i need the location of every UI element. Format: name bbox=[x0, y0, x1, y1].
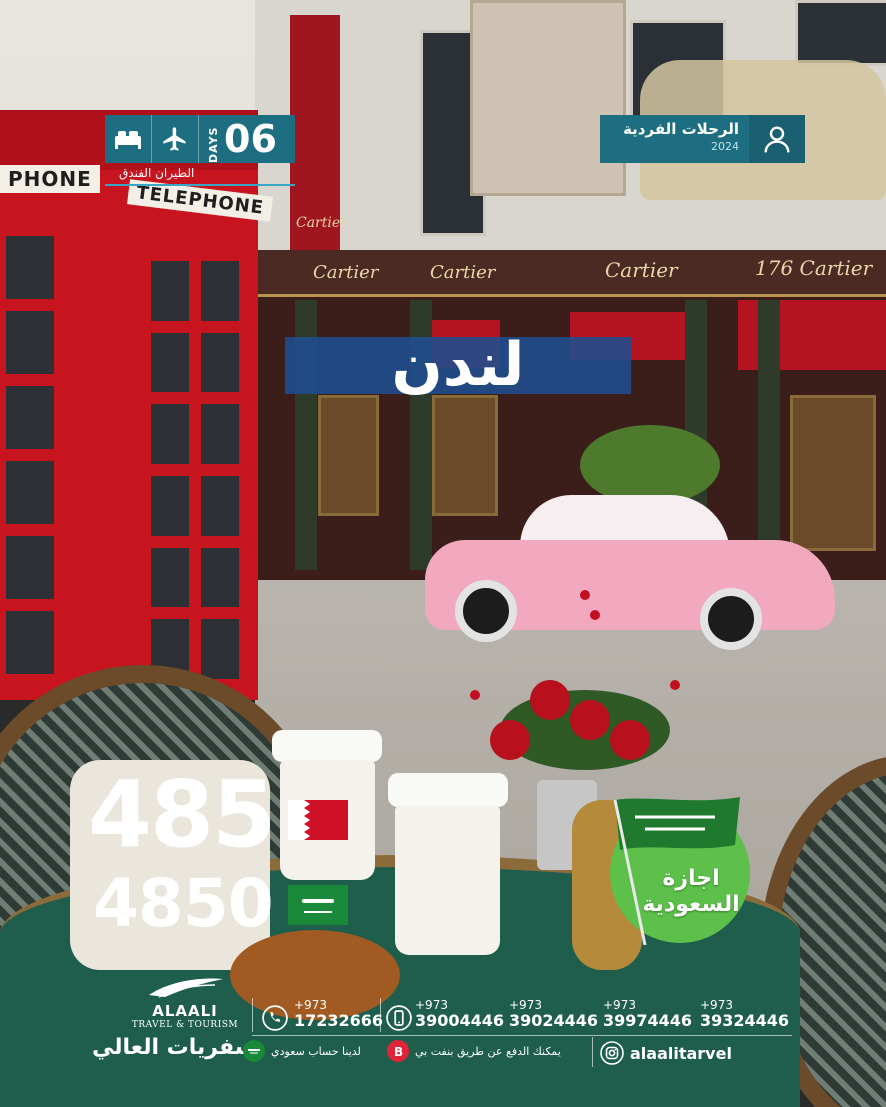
cartier-banner: Cartier bbox=[290, 15, 347, 255]
price-bahrain: 485 bbox=[88, 761, 276, 868]
days-count: 06 bbox=[224, 117, 277, 161]
shop-window bbox=[790, 395, 876, 551]
saudi-account-note: لدينا حساب سعودي bbox=[243, 1040, 361, 1062]
svg-text:B: B bbox=[394, 1045, 403, 1058]
days-label: DAYS bbox=[207, 126, 220, 163]
phone-number[interactable]: +973 17232666 bbox=[294, 998, 383, 1030]
phone-box-side-panes bbox=[0, 230, 60, 680]
building-window bbox=[795, 0, 886, 66]
benefit-pay-text: يمكنك الدفع عن طريق بنفت بي bbox=[415, 1044, 561, 1058]
trip-year: 2024 bbox=[711, 140, 739, 153]
duration-tag: DAYS 06 bbox=[105, 115, 295, 163]
trip-type-title: الرحلات الفردية bbox=[623, 120, 739, 138]
phone-box-door-panes bbox=[145, 255, 245, 685]
store-sign: Cartier bbox=[430, 262, 496, 283]
divider bbox=[592, 1037, 593, 1067]
divider bbox=[252, 998, 253, 1032]
badge-line-2: السعودية bbox=[642, 892, 740, 917]
banner-sign-text: Cartier bbox=[296, 215, 347, 231]
instagram-icon bbox=[600, 1041, 624, 1065]
logo-wing-icon bbox=[149, 978, 223, 998]
footer-divider bbox=[252, 1035, 792, 1036]
bed-icon bbox=[105, 115, 152, 163]
trip-type-tag: الرحلات الفردية 2024 bbox=[600, 115, 805, 163]
travel-ad-poster: Cartier Cartier Cartier Cartier 176 Cart… bbox=[0, 0, 886, 1107]
store-sign: Cartier bbox=[313, 262, 379, 283]
destination-city: لندن bbox=[391, 330, 525, 400]
store-sign: Cartier bbox=[605, 258, 678, 282]
bahrain-flag bbox=[288, 800, 348, 844]
phone-number[interactable]: +973 39974446 bbox=[603, 998, 692, 1030]
divider bbox=[380, 998, 381, 1032]
badge-line-1: اجازة bbox=[662, 866, 720, 891]
includes-text: الطيران الفندق bbox=[119, 166, 195, 180]
christmas-tree bbox=[580, 425, 720, 505]
coffee-cup-lid bbox=[272, 730, 382, 762]
store-sign: 176 Cartier bbox=[755, 256, 873, 280]
trip-type-text: الرحلات الفردية 2024 bbox=[600, 115, 749, 163]
phone-box-sign: PHONE bbox=[0, 165, 100, 193]
bay-window bbox=[470, 0, 626, 196]
coffee-cup bbox=[395, 805, 500, 955]
phone-number[interactable]: +973 39004446 bbox=[415, 998, 504, 1030]
phone-number[interactable]: +973 39024446 bbox=[509, 998, 598, 1030]
shop-window bbox=[318, 395, 379, 516]
car-wheel bbox=[700, 588, 762, 650]
phone-icon bbox=[262, 1005, 288, 1035]
logo-text-en: ALAALI bbox=[152, 1002, 218, 1020]
user-icon bbox=[749, 115, 805, 163]
instagram-link[interactable]: alaalitarvel bbox=[600, 1041, 732, 1065]
logo-subtitle: TRAVEL & TOURISM bbox=[131, 1020, 239, 1030]
flower-arrangement bbox=[470, 590, 690, 780]
mobile-icon bbox=[386, 1005, 412, 1035]
logo-text-ar: سفريات العالي bbox=[92, 1035, 257, 1060]
benefit-pay-icon: B bbox=[387, 1040, 409, 1062]
saudi-flag bbox=[288, 885, 348, 929]
company-logo: ALAALI TRAVEL & TOURISM bbox=[125, 975, 245, 1031]
phone-number[interactable]: +973 39324446 bbox=[700, 998, 789, 1030]
instagram-handle: alaalitarvel bbox=[630, 1043, 732, 1063]
saudi-account-text: لدينا حساب سعودي bbox=[271, 1044, 361, 1058]
shop-window bbox=[432, 395, 498, 516]
store-cornice: Cartier Cartier Cartier 176 Cartier bbox=[255, 250, 886, 297]
saudi-badge-text: اجازة السعودية bbox=[612, 866, 770, 918]
car-wheel bbox=[455, 580, 517, 642]
saudi-flag-icon bbox=[243, 1040, 265, 1062]
plane-icon bbox=[152, 115, 199, 163]
garland-column bbox=[758, 300, 780, 570]
price-saudi: 4850 bbox=[93, 865, 274, 942]
benefit-pay-note: B يمكنك الدفع عن طريق بنفت بي bbox=[387, 1040, 561, 1062]
duration-underline bbox=[105, 184, 295, 186]
